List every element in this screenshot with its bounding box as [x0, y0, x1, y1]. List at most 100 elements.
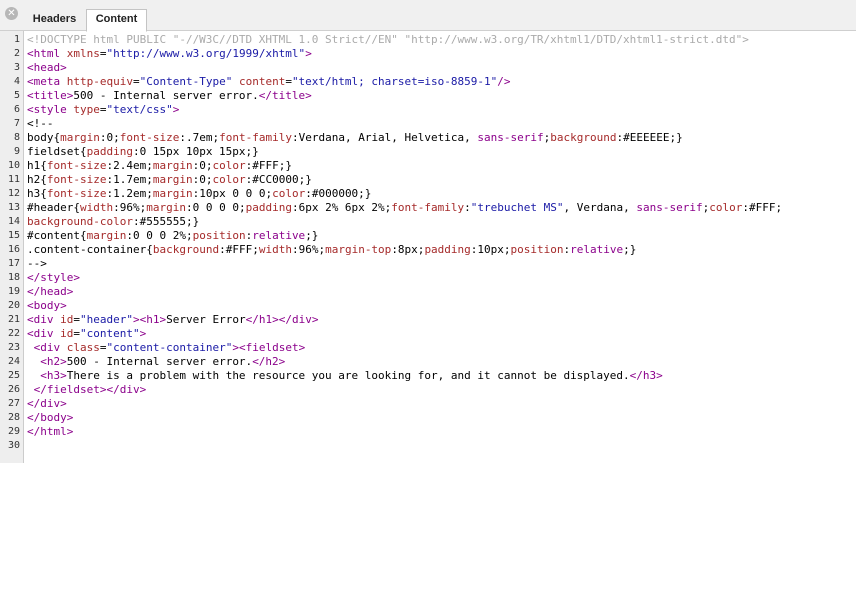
code-token: :.7em;: [179, 131, 220, 144]
code-token: h2{: [27, 173, 47, 186]
code-token: </h1></div>: [245, 313, 319, 326]
code-token: >: [139, 327, 147, 340]
code-token: margin: [152, 173, 193, 186]
code-token: :#EEEEEE;}: [616, 131, 683, 144]
code-token: "http://www.w3.org/1999/xhtml": [106, 47, 306, 60]
code-text: fieldset{padding:0 15px 10px 15px;}: [27, 145, 259, 159]
code-token: :0 15px 10px 15px;}: [132, 145, 259, 158]
code-token: =: [73, 313, 80, 326]
code-token: There is a problem with the resource you…: [66, 369, 630, 382]
line-number: 13: [7, 202, 20, 213]
code-token: 500 - Internal server error.: [66, 355, 253, 368]
code-token: margin: [146, 201, 186, 214]
code-token: font-family: [391, 201, 465, 214]
code-token: content: [238, 75, 286, 88]
code-text: </head>: [27, 285, 73, 299]
code-token: :0 0 0 2%;: [126, 229, 193, 242]
code-text: <!--: [27, 117, 54, 131]
code-token: </fieldset></div>: [33, 383, 147, 396]
line-number: 16: [7, 244, 20, 255]
code-text: body{margin:0;font-size:.7em;font-family…: [27, 131, 683, 145]
code-token: </html>: [27, 425, 74, 438]
line-number: 18: [7, 272, 20, 283]
code-token: position: [192, 229, 246, 242]
code-text: <head>: [27, 61, 67, 75]
tab-bar: ✕ Headers Content: [0, 0, 856, 32]
code-text: <meta http-equiv="Content-Type" content=…: [27, 75, 511, 89]
code-token: <head>: [27, 61, 67, 74]
code-text: <html xmlns="http://www.w3.org/1999/xhtm…: [27, 47, 312, 61]
code-text: background-color:#555555;}: [27, 215, 199, 229]
code-token: color: [212, 173, 246, 186]
code-token: padding: [86, 145, 133, 158]
code-text: <div id="header"><h1>Server Error</h1></…: [27, 313, 318, 327]
code-token: ;}: [305, 229, 319, 242]
code-token: >: [305, 47, 312, 60]
code-token: relative: [570, 243, 624, 256]
code-token: sans-serif: [636, 201, 703, 214]
code-token: :10px;: [470, 243, 511, 256]
source-viewer[interactable]: 1 <!DOCTYPE html PUBLIC "-//W3C//DTD XHTM…: [0, 31, 856, 614]
code-token: :1.2em;: [106, 187, 153, 200]
code-token: Server Error: [166, 313, 246, 326]
code-token: margin: [60, 131, 100, 144]
line-number: 26: [7, 384, 20, 395]
code-token: =: [285, 75, 292, 88]
line-number: 19: [7, 286, 20, 297]
code-token: <h3>: [40, 369, 67, 382]
code-text: <title>500 - Internal server error.</tit…: [27, 89, 312, 103]
line-number: 9: [13, 146, 20, 157]
code-text: <style type="text/css">: [27, 103, 179, 117]
code-token: position: [510, 243, 564, 256]
code-token: margin: [86, 229, 127, 242]
code-text: <!DOCTYPE html PUBLIC "-//W3C//DTD XHTML…: [27, 33, 749, 47]
code-token: <html: [27, 47, 67, 60]
code-token: <div: [27, 327, 61, 340]
code-token: <div: [33, 341, 67, 354]
line-number: 11: [7, 174, 20, 185]
code-token: :#000000;}: [305, 187, 372, 200]
code-token: <h2>: [40, 355, 67, 368]
line-number: 24: [7, 356, 20, 367]
code-token: :96%;: [291, 243, 326, 256]
code-token: margin: [152, 159, 193, 172]
code-token: type: [73, 103, 100, 116]
code-text: #content{margin:0 0 0 2%;position:relati…: [27, 229, 318, 243]
code-token: fieldset{: [27, 145, 87, 158]
code-token: background: [550, 131, 617, 144]
code-token: :0 0 0 0;: [185, 201, 246, 214]
code-token: "content": [80, 327, 140, 340]
code-text: <h2>500 - Internal server error.</h2>: [27, 355, 285, 369]
code-token: </h2>: [252, 355, 286, 368]
line-number: 4: [13, 76, 20, 87]
code-token: ><fieldset>: [232, 341, 306, 354]
code-token: :0;: [192, 173, 213, 186]
code-token: margin-top: [325, 243, 392, 256]
code-token: background: [152, 243, 220, 256]
code-text: h3{font-size:1.2em;margin:10px 0 0 0;col…: [27, 187, 371, 201]
code-text: </html>: [27, 425, 73, 439]
code-token: </head>: [27, 285, 74, 298]
line-number: 2: [13, 48, 20, 59]
code-token: :#FFF;: [742, 201, 783, 214]
line-number: 1: [13, 34, 20, 45]
code-text: h1{font-size:2.4em;margin:0;color:#FFF;}: [27, 159, 292, 173]
tab-headers[interactable]: Headers: [23, 10, 86, 31]
code-token: http-equiv: [66, 75, 133, 88]
code-token: =: [99, 47, 107, 60]
code-token: :0;: [99, 131, 120, 144]
code-token: font-size: [46, 187, 107, 200]
line-number: 23: [7, 342, 20, 353]
code-token: </h3>: [629, 369, 663, 382]
code-text: </body>: [27, 411, 73, 425]
line-number: 30: [7, 440, 20, 451]
close-icon[interactable]: ✕: [5, 7, 18, 20]
line-number: 7: [13, 118, 20, 129]
code-text: </div>: [27, 397, 67, 411]
code-token: font-size: [46, 159, 107, 172]
code-token: :#FFF;: [219, 243, 259, 256]
tab-content[interactable]: Content: [86, 9, 147, 32]
code-token: <body>: [27, 299, 67, 312]
